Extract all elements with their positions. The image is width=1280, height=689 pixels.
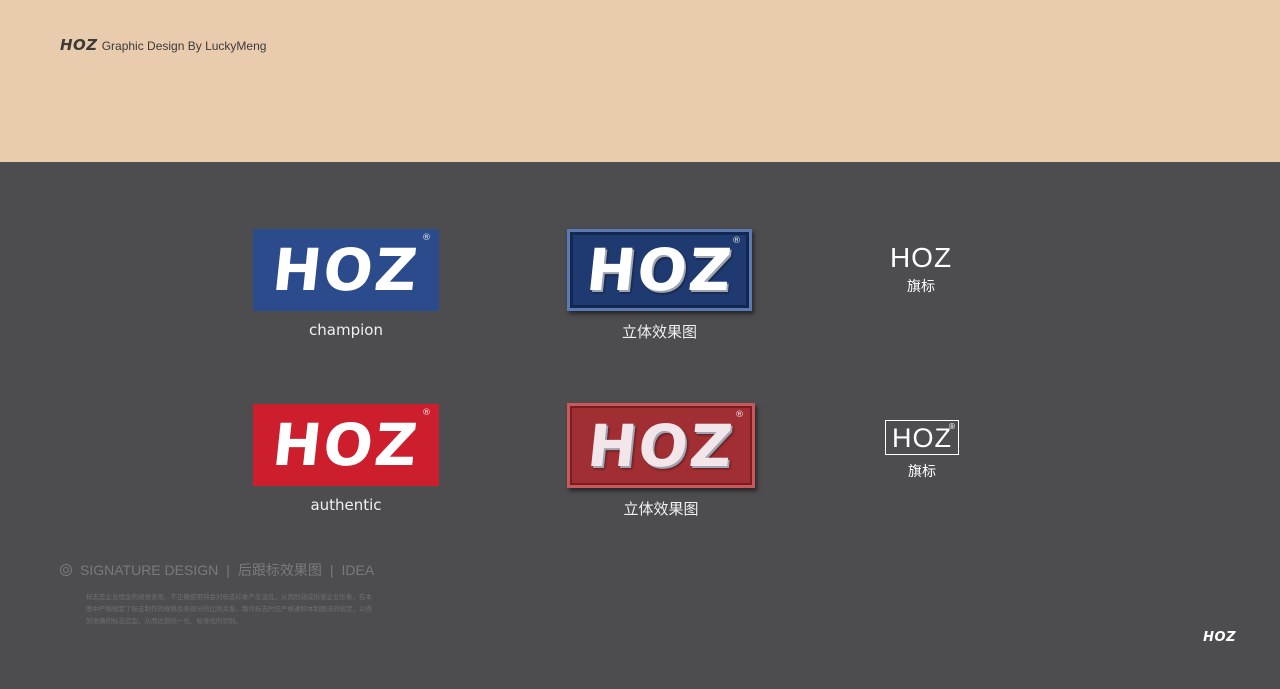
flag-wordmark: HOZ: [889, 242, 953, 273]
signature-text: SIGNATURE DESIGN: [80, 562, 219, 578]
registered-mark: ®: [422, 408, 433, 418]
registered-mark: ®: [422, 233, 433, 243]
header: HOZ Graphic Design By LuckyMeng: [60, 36, 266, 54]
idea-text: IDEA: [341, 562, 375, 578]
flag-caption: 旗标: [908, 464, 936, 480]
logo-flat-blue: HOZ ®: [253, 229, 439, 311]
logo-3d-red: HOZ ®: [567, 403, 755, 488]
flag-box-frame: HOZ ®: [885, 420, 959, 455]
corner-brand-logo: HOZ: [1203, 630, 1236, 645]
top-band: [0, 0, 1280, 162]
logo-caption: authentic: [310, 496, 382, 514]
registered-mark: ®: [735, 410, 746, 420]
logo-card-authentic: HOZ ® authentic: [253, 404, 439, 514]
signature-line: SIGNATURE DESIGN | 后跟标效果图 | IDEA: [60, 560, 374, 580]
target-circle-icon: [60, 564, 72, 576]
logo-caption: champion: [309, 321, 383, 339]
separator: |: [226, 562, 230, 578]
flag-plain: HOZ 旗标: [874, 242, 968, 296]
logo-caption: 立体效果图: [621, 323, 697, 341]
logo-card-3d-red: HOZ ® 立体效果图: [567, 403, 755, 518]
logo-3d-blue: HOZ ®: [567, 229, 752, 311]
logo-wordmark: HOZ: [269, 411, 423, 479]
logo-flat-red: HOZ ®: [253, 404, 439, 486]
logo-card-3d-blue: HOZ ® 立体效果图: [567, 229, 752, 341]
header-byline: Graphic Design By LuckyMeng: [101, 39, 267, 53]
logo-card-champion: HOZ ® champion: [253, 229, 439, 339]
flag-wordmark: HOZ: [892, 423, 952, 453]
logo-caption: 立体效果图: [623, 500, 699, 518]
registered-mark: ®: [732, 236, 743, 246]
header-brand-logo: HOZ: [60, 36, 98, 54]
section-text: 后跟标效果图: [237, 562, 322, 578]
logo-wordmark: HOZ: [584, 411, 738, 480]
flag-boxed: HOZ ® 旗标: [874, 420, 970, 481]
separator: |: [329, 562, 334, 578]
logo-wordmark: HOZ: [582, 236, 737, 304]
registered-mark: ®: [948, 422, 956, 431]
logo-wordmark: HOZ: [269, 236, 423, 304]
description-text: 标志是企业理念的视觉表现，不正确使用将会对标志印象产生混乱，从而削弱或损害企业形…: [86, 593, 372, 625]
flag-caption: 旗标: [907, 279, 935, 295]
